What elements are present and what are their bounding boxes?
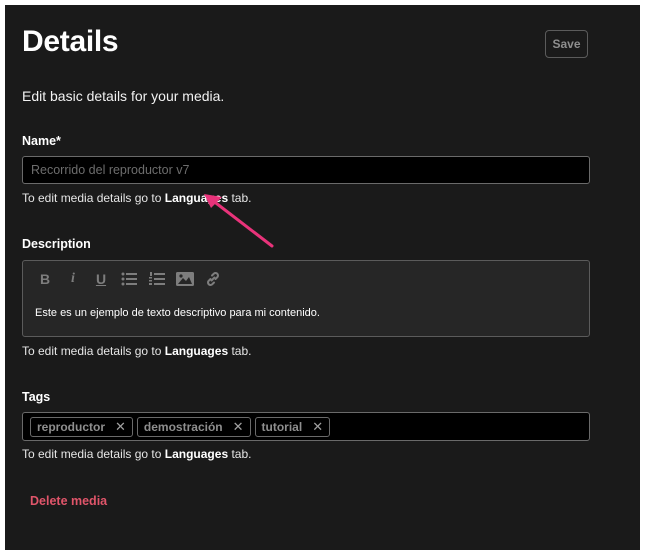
annotation-arrow bbox=[204, 194, 274, 248]
underline-button[interactable]: U bbox=[89, 269, 113, 289]
languages-tab-link[interactable]: Languages bbox=[165, 447, 228, 461]
tag-chip: tutorial ✕ bbox=[254, 416, 331, 437]
page-subtitle: Edit basic details for your media. bbox=[22, 88, 225, 104]
name-input-value: Recorrido del reproductor v7 bbox=[31, 163, 190, 177]
tag-label: reproductor bbox=[37, 419, 106, 434]
image-button[interactable] bbox=[173, 269, 197, 289]
numbered-list-button[interactable] bbox=[145, 269, 169, 289]
hint-suffix: tab. bbox=[228, 447, 252, 461]
tag-chip: reproductor ✕ bbox=[30, 416, 133, 437]
save-button[interactable]: Save bbox=[545, 30, 588, 58]
hint-prefix: To edit media details go to bbox=[22, 447, 165, 461]
required-mark: * bbox=[56, 134, 61, 148]
description-label: Description bbox=[22, 237, 91, 251]
delete-media-button[interactable]: Delete media bbox=[30, 494, 107, 508]
tag-label: demostración bbox=[143, 419, 223, 434]
tags-hint: To edit media details go to Languages ta… bbox=[22, 447, 251, 461]
tag-chip: demostración ✕ bbox=[136, 416, 251, 437]
hint-prefix: To edit media details go to bbox=[22, 344, 165, 358]
name-label: Name* bbox=[22, 134, 61, 148]
remove-tag-icon[interactable]: ✕ bbox=[233, 419, 244, 435]
remove-tag-icon[interactable]: ✕ bbox=[312, 419, 323, 435]
details-panel: Details Save Edit basic details for your… bbox=[5, 5, 640, 550]
tag-label: tutorial bbox=[261, 419, 303, 434]
name-input[interactable]: Recorrido del reproductor v7 bbox=[22, 156, 590, 184]
hint-prefix: To edit media details go to bbox=[22, 191, 165, 205]
link-icon bbox=[207, 272, 219, 286]
italic-button[interactable]: i bbox=[61, 269, 85, 289]
remove-tag-icon[interactable]: ✕ bbox=[115, 419, 126, 435]
link-button[interactable] bbox=[201, 269, 225, 289]
tags-input[interactable]: reproductor ✕ demostración ✕ tutorial ✕ bbox=[22, 412, 590, 441]
hint-suffix: tab. bbox=[228, 344, 252, 358]
languages-tab-link[interactable]: Languages bbox=[165, 344, 228, 358]
editor-toolbar: B i U bbox=[33, 269, 229, 289]
page-title: Details bbox=[22, 25, 119, 58]
bullet-list-button[interactable] bbox=[117, 269, 141, 289]
description-hint: To edit media details go to Languages ta… bbox=[22, 344, 251, 358]
numbered-list-icon bbox=[149, 272, 165, 285]
description-editor[interactable]: B i U Este es un ejemplo de texto descri… bbox=[22, 260, 590, 337]
tags-label: Tags bbox=[22, 390, 51, 404]
bullet-list-icon bbox=[121, 272, 137, 286]
image-icon bbox=[176, 272, 194, 286]
bold-button[interactable]: B bbox=[33, 269, 57, 289]
description-text[interactable]: Este es un ejemplo de texto descriptivo … bbox=[35, 307, 320, 319]
name-label-text: Name bbox=[22, 134, 57, 148]
